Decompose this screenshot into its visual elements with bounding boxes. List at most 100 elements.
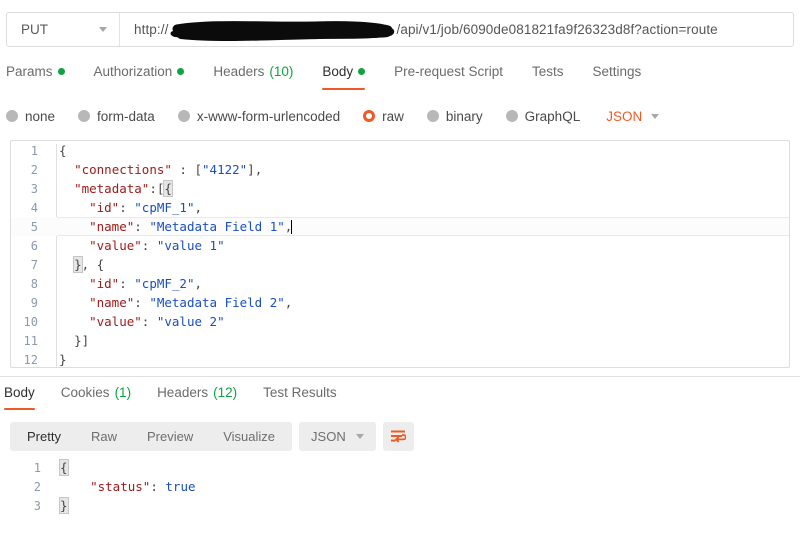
response-tab-headers[interactable]: Headers (12) xyxy=(157,383,237,410)
line-number: 3 xyxy=(11,182,47,196)
line-content: { xyxy=(50,460,790,475)
response-tab-cookies[interactable]: Cookies (1) xyxy=(61,383,131,410)
line-number: 7 xyxy=(11,258,47,272)
tab-headers-label: Headers xyxy=(213,64,264,79)
body-type-raw[interactable]: raw xyxy=(363,109,404,124)
line-number: 2 xyxy=(10,480,50,494)
line-content: { xyxy=(47,143,789,158)
response-tab-bar: Body Cookies (1) Headers (12) Test Resul… xyxy=(4,383,794,409)
response-line: 1 { xyxy=(10,458,790,477)
chevron-down-icon xyxy=(356,434,364,439)
line-content: } xyxy=(47,352,789,367)
line-content: "metadata":[{ xyxy=(47,181,789,196)
tab-body[interactable]: Body xyxy=(322,62,365,90)
response-tab-body[interactable]: Body xyxy=(4,383,35,410)
response-line: 2 "status": true xyxy=(10,477,790,496)
http-method-select[interactable]: PUT xyxy=(7,13,120,46)
editor-line: 7 }, { xyxy=(11,255,789,274)
editor-line: 4 "id": "cpMF_1", xyxy=(11,198,789,217)
tab-authorization[interactable]: Authorization xyxy=(94,62,185,90)
radio-icon xyxy=(427,110,439,122)
url-prefix: http:// xyxy=(134,22,168,37)
line-number: 1 xyxy=(10,461,50,475)
tab-params[interactable]: Params xyxy=(6,62,65,90)
editor-line: 1 { xyxy=(11,141,789,160)
response-toolbar: Pretty Raw Preview Visualize JSON xyxy=(10,420,790,452)
tab-headers-count: (10) xyxy=(269,64,293,79)
response-format-select[interactable]: JSON xyxy=(299,422,376,451)
tab-pre-request-script-label: Pre-request Script xyxy=(394,64,503,79)
response-tab-test-results[interactable]: Test Results xyxy=(263,383,337,410)
body-type-none-label: none xyxy=(25,109,55,124)
http-method-label: PUT xyxy=(21,22,48,37)
view-mode-pretty[interactable]: Pretty xyxy=(12,422,76,451)
response-view-mode-group: Pretty Raw Preview Visualize xyxy=(10,422,292,451)
line-number: 12 xyxy=(11,353,47,367)
line-content: "id": "cpMF_1", xyxy=(47,200,789,215)
line-number: 11 xyxy=(11,334,47,348)
radio-selected-icon xyxy=(363,110,375,122)
editor-line: 12 } xyxy=(11,350,789,368)
tab-headers[interactable]: Headers (10) xyxy=(213,62,293,90)
tab-tests-label: Tests xyxy=(532,64,564,79)
active-tab-underline xyxy=(4,408,35,410)
tab-pre-request-script[interactable]: Pre-request Script xyxy=(394,62,503,90)
view-mode-preview[interactable]: Preview xyxy=(132,422,208,451)
view-mode-visualize[interactable]: Visualize xyxy=(208,422,290,451)
active-tab-underline xyxy=(322,88,365,90)
body-type-binary[interactable]: binary xyxy=(427,109,483,124)
body-type-raw-label: raw xyxy=(382,109,404,124)
body-type-form-data[interactable]: form-data xyxy=(78,109,155,124)
editor-line-active: 5 "name": "Metadata Field 1", xyxy=(11,217,789,236)
response-body-viewer[interactable]: 1 { 2 "status": true 3 } xyxy=(10,458,790,530)
line-content: "value": "value 1" xyxy=(47,238,789,253)
pane-divider[interactable] xyxy=(0,376,800,377)
chevron-down-icon xyxy=(651,114,659,119)
response-tab-headers-label: Headers xyxy=(157,385,208,400)
tab-authorization-label: Authorization xyxy=(94,64,173,79)
wrap-lines-button[interactable] xyxy=(383,422,414,451)
request-format-select[interactable]: JSON xyxy=(606,109,659,124)
response-tab-body-label: Body xyxy=(4,385,35,400)
editor-line: 6 "value": "value 1" xyxy=(11,236,789,255)
line-content: }] xyxy=(47,333,789,348)
editor-line: 9 "name": "Metadata Field 2", xyxy=(11,293,789,312)
response-tab-test-results-label: Test Results xyxy=(263,385,337,400)
line-number: 2 xyxy=(11,163,47,177)
modified-dot-icon xyxy=(358,68,365,75)
url-input[interactable]: http:// /api/v1/job/6090de081821fa9f26323… xyxy=(120,13,793,46)
radio-icon xyxy=(178,110,190,122)
wrap-lines-icon xyxy=(390,429,406,444)
line-number: 4 xyxy=(11,201,47,215)
radio-icon xyxy=(78,110,90,122)
tab-tests[interactable]: Tests xyxy=(532,62,564,90)
line-content: "name": "Metadata Field 2", xyxy=(47,295,789,310)
body-type-graphql-label: GraphQL xyxy=(525,109,581,124)
tab-settings[interactable]: Settings xyxy=(592,62,641,90)
view-mode-raw[interactable]: Raw xyxy=(76,422,132,451)
request-tab-bar: Params Authorization Headers (10) Body P… xyxy=(6,62,794,92)
body-type-none[interactable]: none xyxy=(6,109,55,124)
editor-line: 2 "connections" : ["4122"], xyxy=(11,160,789,179)
request-format-label: JSON xyxy=(606,109,642,124)
line-content: } xyxy=(50,498,790,513)
body-type-graphql[interactable]: GraphQL xyxy=(506,109,581,124)
line-number: 8 xyxy=(11,277,47,291)
body-type-binary-label: binary xyxy=(446,109,483,124)
line-content: "connections" : ["4122"], xyxy=(47,162,789,177)
modified-dot-icon xyxy=(177,68,184,75)
line-content: }, { xyxy=(47,257,789,272)
editor-line: 11 }] xyxy=(11,331,789,350)
body-type-row: none form-data x-www-form-urlencoded raw… xyxy=(6,103,794,129)
line-content: "name": "Metadata Field 1", xyxy=(47,219,789,234)
url-suffix: /api/v1/job/6090de081821fa9f26323d8f?act… xyxy=(396,22,717,37)
editor-line: 8 "id": "cpMF_2", xyxy=(11,274,789,293)
line-content: "id": "cpMF_2", xyxy=(47,276,789,291)
radio-icon xyxy=(506,110,518,122)
request-body-editor[interactable]: 1 { 2 "connections" : ["4122"], 3 "metad… xyxy=(10,140,790,368)
body-type-urlencoded-label: x-www-form-urlencoded xyxy=(197,109,340,124)
response-tab-cookies-count: (1) xyxy=(115,385,132,400)
body-type-urlencoded[interactable]: x-www-form-urlencoded xyxy=(178,109,340,124)
url-bar: PUT http:// /api/v1/job/6090de081821fa9f2… xyxy=(6,12,794,47)
response-tab-headers-count: (12) xyxy=(213,385,237,400)
